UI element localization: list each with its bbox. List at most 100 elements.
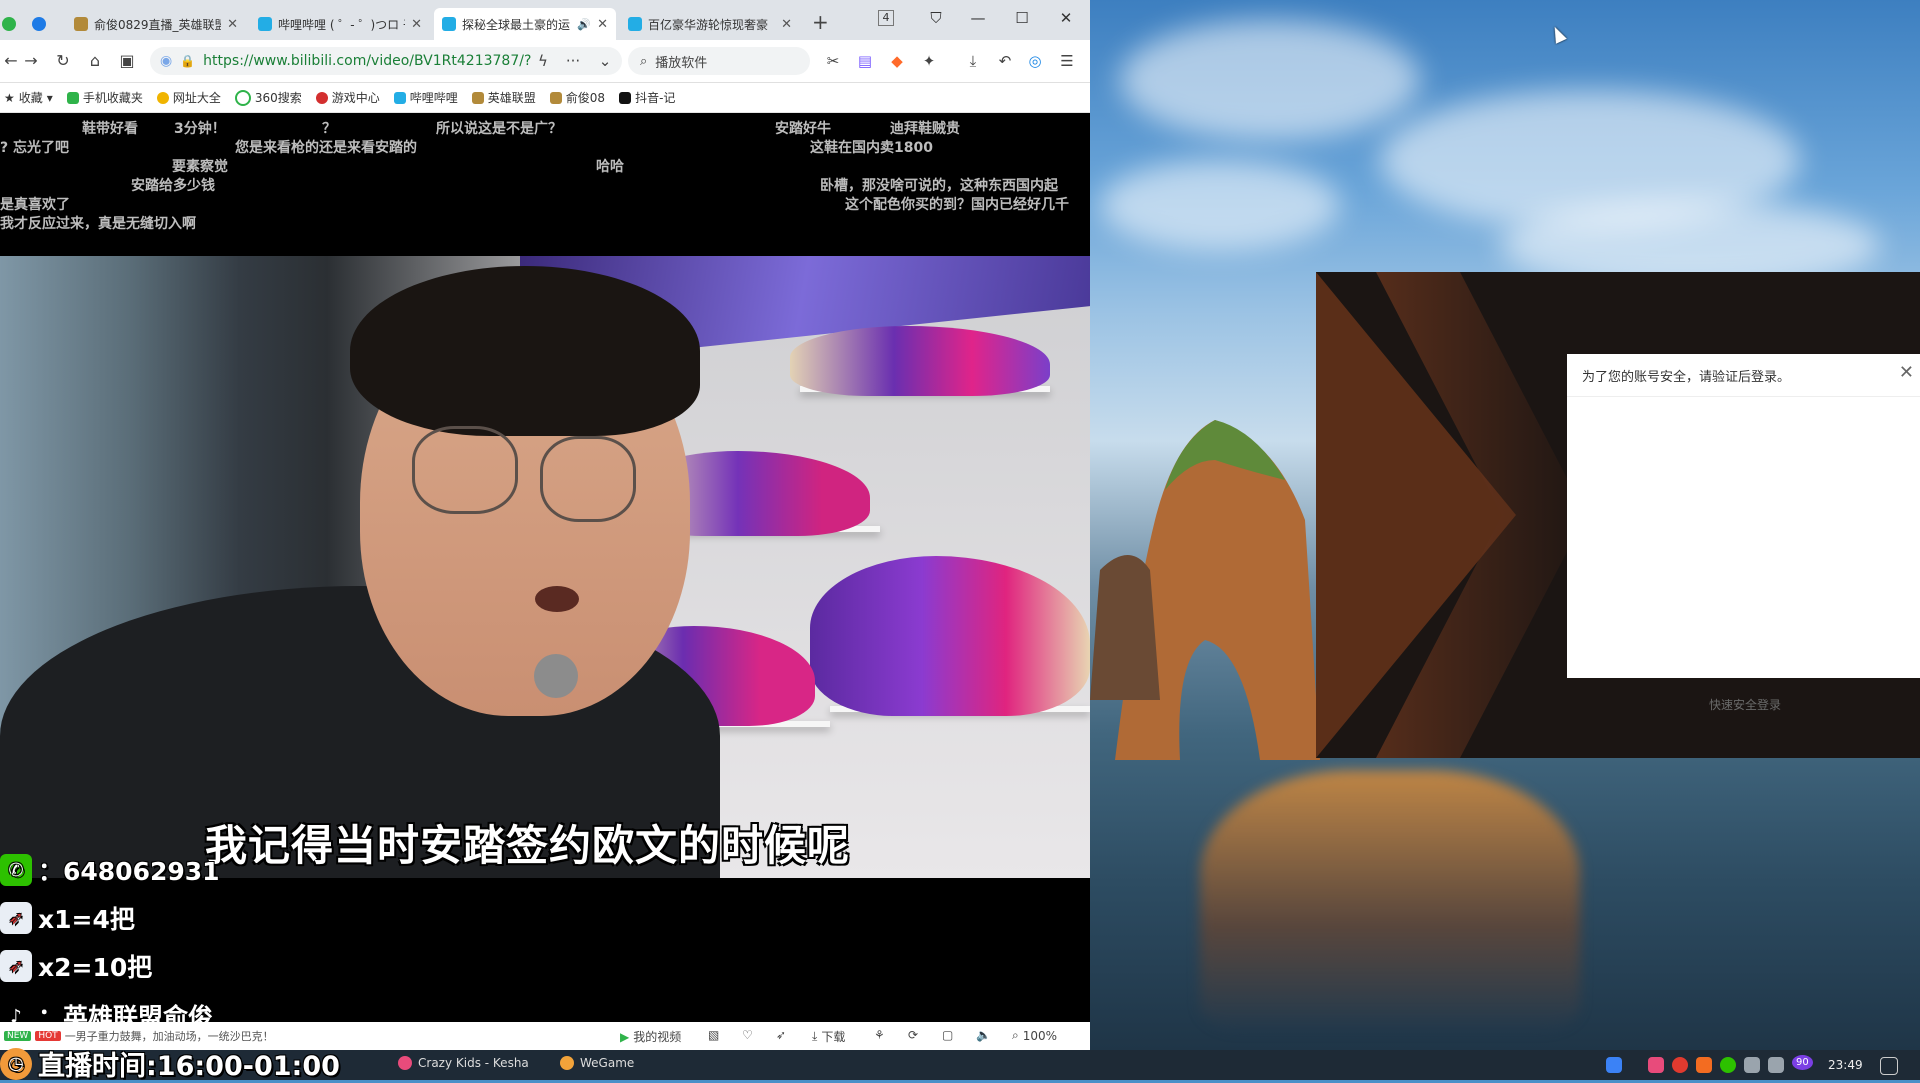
person-hair [350, 266, 700, 436]
divider [1567, 396, 1920, 397]
tab-3-active[interactable]: 探秘全球最土豪的运 🔊 ✕ [434, 8, 616, 40]
close-icon[interactable]: ✕ [1899, 362, 1914, 383]
home-icon[interactable]: ⌂ [84, 50, 106, 72]
bilibili-icon [442, 17, 456, 31]
tray-app-icon[interactable] [1606, 1057, 1622, 1073]
wallet-icon[interactable]: ▣ [116, 50, 138, 72]
network-icon[interactable] [1744, 1057, 1760, 1073]
refresh-icon[interactable]: ⟳ [908, 1028, 918, 1042]
game-icon [74, 17, 88, 31]
tab-pinned[interactable] [24, 8, 64, 40]
tray-game-icon[interactable] [1696, 1057, 1712, 1073]
tab-bar: 俞俊0829直播_英雄联盟 ✕ 哔哩哔哩 ( ゜- ゜)つロ 干 ✕ 探秘全球最… [0, 0, 1090, 40]
danmaku-comment: 安踏好牛 [775, 121, 831, 137]
maximize-button[interactable]: ☐ [1008, 6, 1036, 30]
reload-icon[interactable]: ↻ [52, 50, 74, 72]
bookmark-item[interactable]: 360搜索 [234, 89, 302, 106]
heart-icon[interactable]: ♡ [742, 1028, 753, 1042]
volume-icon[interactable] [1768, 1057, 1784, 1073]
bookmark-item[interactable]: ★ 收藏 ▾ [4, 89, 53, 106]
window-icon[interactable]: ▢ [942, 1028, 953, 1042]
video-player[interactable]: 我记得当时安踏签约欧文的时候呢 [0, 256, 1090, 878]
cloud [1100, 160, 1340, 250]
danmaku-comment: 您是来看枪的还是来看安踏的 [235, 140, 417, 156]
volume-icon[interactable]: 🔈 [976, 1028, 991, 1042]
extensions-icon[interactable]: ✦ [918, 50, 940, 72]
overlay-price-2: ➶ x2=10把 [0, 948, 152, 984]
forward-icon[interactable]: → [20, 50, 42, 72]
download-icon: ⤓ [812, 1029, 818, 1043]
speaker-icon[interactable]: 🔊 [577, 18, 591, 31]
bookmark-item[interactable]: 英雄联盟 [471, 89, 536, 106]
lightning-icon[interactable]: ϟ [532, 50, 554, 72]
scissors-icon[interactable]: ✂ [822, 50, 844, 72]
close-icon[interactable]: ✕ [781, 17, 792, 32]
shirt-icon[interactable]: ⛉ [922, 6, 950, 30]
wegame-icon [560, 1056, 574, 1070]
tab-1[interactable]: 俞俊0829直播_英雄联盟 ✕ [66, 8, 246, 40]
tab-count-badge[interactable]: 4 [878, 10, 894, 26]
star-icon: ★ [4, 90, 15, 105]
tray-badge[interactable]: 90 [1792, 1055, 1813, 1070]
new-tab-button[interactable]: + [812, 10, 829, 34]
close-icon[interactable]: ✕ [597, 17, 608, 32]
bookmark-item[interactable]: 网址大全 [156, 89, 221, 106]
site-icon: ◉ [160, 53, 173, 69]
bilibili-icon [628, 17, 642, 31]
taskbar-clock[interactable]: 23:49 [1828, 1058, 1863, 1072]
music-app-icon [398, 1056, 412, 1070]
download-icon[interactable]: ⤓ [962, 50, 984, 72]
download-button[interactable]: ⤓ 下载 [812, 1028, 845, 1045]
action-center-icon[interactable] [1880, 1057, 1898, 1075]
rocket-icon[interactable]: ➶ [776, 1028, 786, 1042]
tray-music-icon[interactable] [1648, 1057, 1664, 1073]
url-text: https://www.bilibili.com/video/BV1Rt4213… [203, 53, 532, 69]
close-icon[interactable]: ✕ [411, 17, 422, 32]
bookmark-item[interactable]: 俞俊08 [549, 89, 605, 106]
quick-login-link[interactable]: 快速安全登录 [1709, 696, 1781, 713]
tab-title: 哔哩哔哩 ( ゜- ゜)つロ 干 [278, 17, 406, 32]
close-window-button[interactable]: ✕ [1052, 6, 1080, 30]
search-input[interactable]: ⌕ 播放软件 [628, 47, 810, 75]
tab-2[interactable]: 哔哩哔哩 ( ゜- ゜)つロ 干 ✕ [250, 8, 430, 40]
bookmark-item[interactable]: 手机收藏夹 [66, 89, 143, 106]
danmaku-comment: ？ [322, 121, 336, 137]
danmaku-comment: 迪拜鞋贼贵 [890, 121, 960, 137]
chevron-down-icon[interactable]: ⌄ [594, 50, 616, 72]
tray-google-icon[interactable] [1672, 1057, 1688, 1073]
compass-icon [32, 17, 46, 31]
video-icon: ▶ [620, 1029, 630, 1044]
verify-dialog: 为了您的账号安全，请验证后登录。 ✕ [1567, 354, 1920, 678]
news-ticker[interactable]: NEW HOT 一男子重力鼓舞，加油动场，一统沙巴克！ [4, 1028, 274, 1044]
game-extension-icon[interactable]: ◆ [886, 50, 908, 72]
lock-icon: 🔒 [180, 54, 196, 68]
danmaku-comment: 卧槽，那没啥可说的，这种东西国内起 [820, 178, 1058, 194]
bookmark-item[interactable]: 抖音-记 [619, 89, 675, 106]
close-icon[interactable]: ✕ [227, 17, 238, 32]
tab-title: 探秘全球最土豪的运 [462, 17, 571, 32]
taskbar: ◷ 直播时间:16:00-01:00 Crazy Kids - Kesha We… [0, 1047, 1920, 1082]
tray-wechat-icon[interactable] [1720, 1057, 1736, 1073]
image-icon[interactable]: ▧ [708, 1028, 719, 1042]
danmaku-comment: 这个配色你买的到？国内已经好几千 [845, 197, 1069, 213]
new-badge: NEW [4, 1031, 32, 1041]
browser-account-icon[interactable]: ◎ [1024, 50, 1046, 72]
tab-4[interactable]: 百亿豪华游轮惊现奢豪 ✕ [620, 8, 800, 40]
translate-icon[interactable]: ⚘ [874, 1028, 885, 1042]
back-icon[interactable]: ← [0, 50, 22, 72]
bookmark-item[interactable]: 游戏中心 [315, 89, 380, 106]
address-bar: ← → ↻ ⌂ ▣ ◉ 🔒 https://www.bilibili.com/v… [0, 40, 1090, 83]
danmaku-comment: 要素察觉 [172, 159, 228, 175]
taskbar-app-wegame[interactable]: WeGame [560, 1056, 634, 1070]
menu-icon[interactable]: ☰ [1056, 50, 1078, 72]
zoom-button[interactable]: ⌕ 100% [1012, 1028, 1057, 1043]
my-video-button[interactable]: ▶ 我的视频 [620, 1028, 681, 1045]
lol-icon [471, 91, 484, 104]
minimize-button[interactable]: — [964, 6, 992, 30]
taskbar-app-music[interactable]: Crazy Kids - Kesha [398, 1056, 529, 1070]
lapel-mic [534, 654, 578, 698]
more-icon[interactable]: ··· [562, 50, 584, 72]
translate-icon[interactable]: ▤ [854, 50, 876, 72]
undo-icon[interactable]: ↶ [994, 50, 1016, 72]
bookmark-item[interactable]: 哔哩哔哩 [393, 89, 458, 106]
